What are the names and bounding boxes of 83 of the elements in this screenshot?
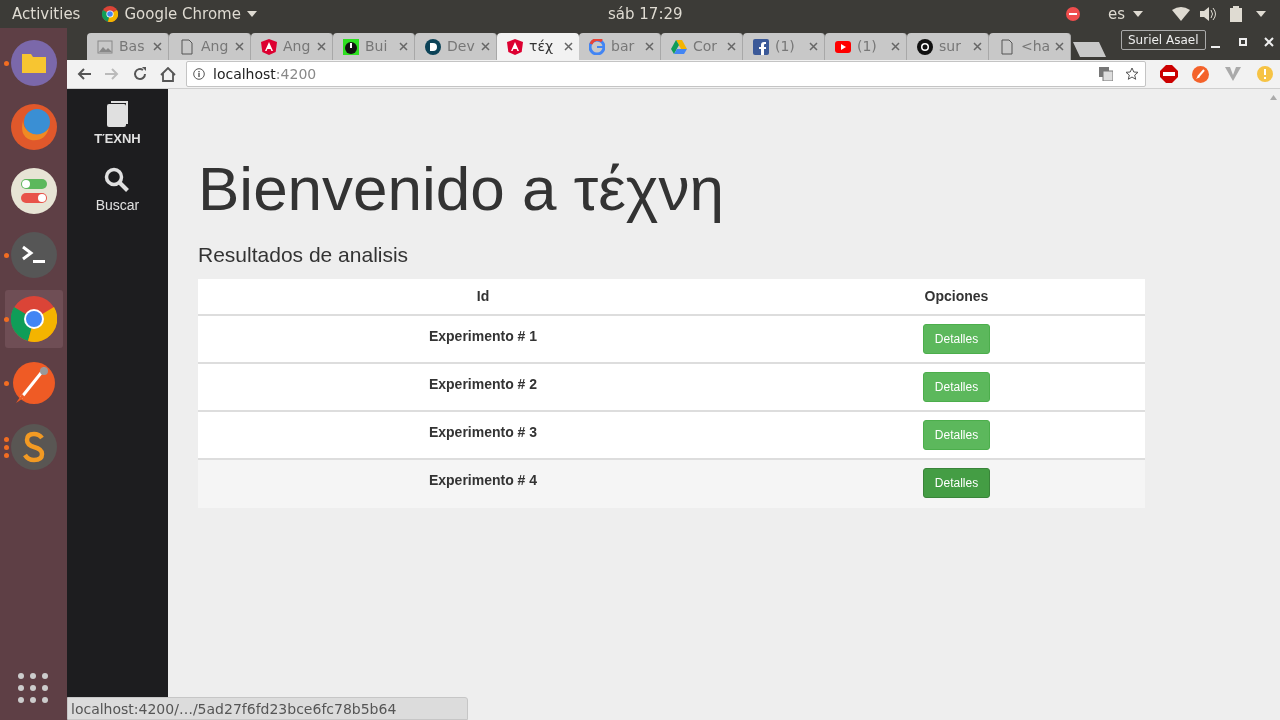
tab-title: Ang xyxy=(283,37,311,56)
sublime-app-icon xyxy=(10,424,57,470)
browser-tab[interactable]: bar xyxy=(579,33,661,60)
tab-title: <ha xyxy=(1021,37,1051,56)
nav-link[interactable]: Buscar xyxy=(95,166,140,216)
tab-title: τέχ xyxy=(529,37,554,56)
details-button[interactable]: Detalles xyxy=(922,467,991,498)
url-text: localhost:4200 xyxy=(213,64,317,84)
battery-icon[interactable] xyxy=(1230,6,1242,22)
caret-icon[interactable] xyxy=(1256,11,1266,17)
translate-icon[interactable] xyxy=(1099,67,1113,81)
info-icon xyxy=(193,68,205,80)
tab-title: (1) xyxy=(775,37,795,56)
table-cell-text: Experimento # 1 xyxy=(428,326,538,346)
tab-title: Ang xyxy=(201,37,229,56)
column-header: Opciones xyxy=(923,286,990,306)
browser-tab[interactable]: τέχ xyxy=(497,33,579,60)
apps-grid-icon[interactable] xyxy=(17,672,49,704)
clock[interactable]: sáb 17:29 xyxy=(608,2,683,26)
maximize-icon[interactable] xyxy=(1239,38,1247,46)
browser-tab[interactable]: Ang xyxy=(169,33,251,60)
drive-favicon-icon xyxy=(671,38,687,55)
youtube-favicon-icon xyxy=(835,38,851,55)
details-button[interactable]: Detalles xyxy=(922,419,991,450)
github-favicon-icon xyxy=(917,38,933,55)
home-icon[interactable] xyxy=(160,66,176,82)
browser-tab[interactable]: (1) xyxy=(743,33,825,60)
details-button[interactable]: Detalles xyxy=(922,371,991,402)
facebook-favicon-icon xyxy=(753,38,769,55)
tab-title: Bui xyxy=(365,37,388,56)
dev-favicon-icon xyxy=(425,38,441,55)
caret-icon xyxy=(246,11,257,17)
address-bar[interactable]: localhost:4200 xyxy=(186,61,1146,87)
browser-tab[interactable]: Bui xyxy=(333,33,415,60)
angular-favicon-icon xyxy=(261,38,277,55)
files-app-icon xyxy=(10,40,57,86)
google-favicon-icon xyxy=(589,38,605,55)
profile-button[interactable]: Suriel Asael xyxy=(1121,30,1206,50)
table-cell-text: Experimento # 2 xyxy=(428,374,538,394)
details-button[interactable]: Detalles xyxy=(922,323,991,354)
adblock-icon[interactable] xyxy=(1160,65,1178,83)
star-icon[interactable] xyxy=(1125,67,1139,81)
column-header: Id xyxy=(475,286,491,306)
section-subtitle: Resultados de analisis xyxy=(198,242,410,268)
activities-button[interactable]: Activities xyxy=(12,2,81,26)
volume-icon[interactable] xyxy=(1200,7,1216,21)
tab-title: sur xyxy=(939,37,961,56)
close-icon[interactable] xyxy=(564,42,573,51)
image-favicon-icon xyxy=(97,38,113,55)
tab-title: Dev xyxy=(447,37,475,56)
browser-tab[interactable]: Cor xyxy=(661,33,743,60)
browser-tab[interactable]: <ha xyxy=(989,33,1071,60)
nav-link[interactable]: ΤΈΧΝΗ xyxy=(94,101,141,149)
no-entry-icon[interactable] xyxy=(1066,7,1080,21)
chrome-app-icon xyxy=(10,296,57,342)
terminal-app-icon xyxy=(10,232,57,278)
wifi-icon[interactable] xyxy=(1172,7,1190,21)
tab-title: Cor xyxy=(693,37,718,56)
angular-favicon-icon xyxy=(507,38,523,55)
tab-title: (1) xyxy=(857,37,877,56)
browser-tab[interactable]: Bas xyxy=(87,33,169,60)
book-icon xyxy=(105,101,130,127)
new-tab-button[interactable] xyxy=(1073,42,1107,58)
document-favicon-icon xyxy=(179,38,195,55)
tab-title: bar xyxy=(611,37,635,56)
chrome-icon xyxy=(102,6,119,22)
browser-tab[interactable]: Dev xyxy=(415,33,497,60)
table-cell-text: Experimento # 4 xyxy=(428,470,538,490)
browser-tab[interactable]: (1) xyxy=(825,33,907,60)
page-title: Bienvenido a τέχνη xyxy=(198,153,725,225)
table-cell-text: Experimento # 3 xyxy=(428,422,538,442)
browser-tab[interactable]: Ang xyxy=(251,33,333,60)
back-icon[interactable] xyxy=(77,67,91,81)
launcher-item[interactable] xyxy=(4,290,63,348)
tab-title: Bas xyxy=(119,37,145,56)
settings-app-icon xyxy=(10,168,57,214)
app-menu[interactable]: Google Chrome xyxy=(102,2,257,26)
document-favicon-icon xyxy=(999,38,1015,55)
reload-icon[interactable] xyxy=(133,67,147,81)
search-icon xyxy=(104,166,131,193)
browser-tab[interactable]: sur xyxy=(907,33,989,60)
status-bubble: localhost:4200/…/5ad27f6fd23bce6fc78b5b64 xyxy=(67,697,468,720)
language-indicator[interactable]: es xyxy=(1108,2,1144,26)
